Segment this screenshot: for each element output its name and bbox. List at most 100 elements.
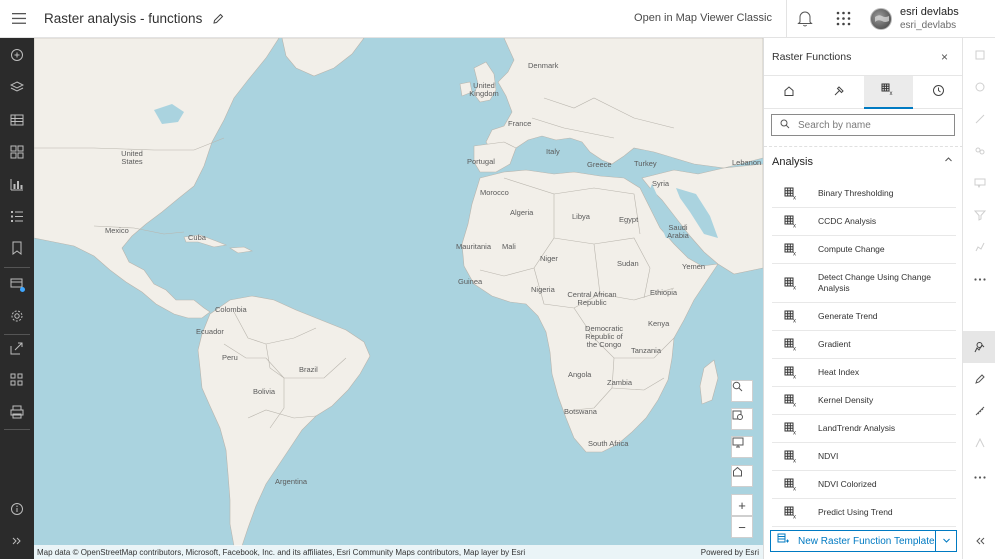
raster-function-icon: x <box>778 394 804 407</box>
bookmarks-icon[interactable] <box>0 232 34 264</box>
effects-icon[interactable] <box>963 103 995 135</box>
search-input[interactable] <box>798 119 938 131</box>
add-icon[interactable] <box>0 39 34 71</box>
table-icon[interactable] <box>0 104 34 136</box>
map-label: Central African Republic <box>567 290 617 307</box>
app-launcher-icon[interactable] <box>836 11 851 31</box>
function-label: Predict Using Trend <box>818 507 893 517</box>
styles-icon[interactable] <box>963 71 995 103</box>
map-label: Sudan <box>617 259 639 268</box>
new-template-button[interactable]: New Raster Function Template <box>770 530 957 552</box>
function-item[interactable]: x Compute Change <box>772 236 956 264</box>
new-template-dropdown[interactable] <box>936 531 956 551</box>
map-label: Tanzania <box>631 346 662 355</box>
expand-icon[interactable] <box>0 525 34 557</box>
map-label: Argentina <box>275 477 308 486</box>
tab-raster-functions[interactable]: x <box>863 76 914 109</box>
zoom-out-button[interactable]: − <box>731 516 753 538</box>
group-title: Analysis <box>772 155 813 168</box>
cluster-icon[interactable] <box>963 135 995 167</box>
new-template-main[interactable]: New Raster Function Template <box>771 531 937 551</box>
properties-icon[interactable] <box>963 39 995 71</box>
map-label: Lebanon <box>732 158 762 167</box>
map-label: Egypt <box>619 215 639 224</box>
charts-icon[interactable] <box>0 168 34 200</box>
settings-icon[interactable] <box>0 300 34 332</box>
map-view[interactable]: Denmark United Kingdom France Portugal I… <box>34 38 763 559</box>
legend-icon[interactable] <box>0 200 34 232</box>
function-item[interactable]: x Detect Change Using Change Analysis <box>772 264 956 303</box>
more-tools-icon[interactable] <box>963 461 995 493</box>
tab-history[interactable] <box>913 76 963 109</box>
map-label: Bolivia <box>253 387 276 396</box>
function-item[interactable]: x Heat Index <box>772 359 956 387</box>
print-icon[interactable] <box>0 396 34 428</box>
powered-by-esri[interactable]: Powered by Esri <box>701 548 759 557</box>
analysis-group-header[interactable]: Analysis <box>764 146 963 176</box>
map-label: Cuba <box>188 233 206 242</box>
zoom-in-button[interactable]: + <box>731 494 753 516</box>
pencil-icon[interactable] <box>212 13 224 25</box>
map-label: Peru <box>222 353 238 362</box>
function-item[interactable]: x Binary Thresholding <box>772 180 956 208</box>
map-label: Morocco <box>480 188 509 197</box>
tab-home[interactable] <box>764 76 814 109</box>
raster-analysis-tool-icon[interactable] <box>963 331 995 363</box>
function-item[interactable]: x LandTrendr Analysis <box>772 415 956 443</box>
map-home-button[interactable] <box>731 465 753 487</box>
raster-analysis-icon[interactable] <box>0 268 34 300</box>
user-handle[interactable]: esri_devlabs <box>900 20 956 31</box>
info-icon[interactable] <box>0 493 34 525</box>
map-display-button[interactable] <box>731 436 753 458</box>
function-item[interactable]: x Gradient <box>772 331 956 359</box>
map-screenshot-button[interactable] <box>731 408 753 430</box>
map-label: Mauritania <box>456 242 492 251</box>
function-item[interactable]: x NDVI <box>772 443 956 471</box>
edit-icon[interactable] <box>963 363 995 395</box>
tab-tools[interactable] <box>814 76 864 109</box>
right-action-bar <box>962 38 995 559</box>
chevron-up-icon[interactable] <box>944 155 953 167</box>
function-item[interactable]: x Kernel Density <box>772 387 956 415</box>
chevron-down-icon <box>942 532 951 550</box>
map-label: Zambia <box>607 378 633 387</box>
function-item[interactable]: x Predict Using Trend <box>772 499 956 527</box>
user-name[interactable]: esri devlabs <box>900 6 959 18</box>
bell-icon[interactable] <box>797 10 813 32</box>
function-label: Generate Trend <box>818 311 878 321</box>
function-item[interactable]: x CCDC Analysis <box>772 208 956 236</box>
map-label: United Kingdom <box>469 81 499 98</box>
svg-text:x: x <box>793 224 796 229</box>
tiles-icon[interactable] <box>0 364 34 396</box>
map-label: Algeria <box>510 208 534 217</box>
toolbar-divider <box>4 429 30 430</box>
measure-icon[interactable] <box>963 395 995 427</box>
collapse-icon[interactable] <box>963 525 995 557</box>
home-icon <box>783 84 795 102</box>
map-search-button[interactable] <box>731 380 753 402</box>
avatar[interactable] <box>870 8 892 30</box>
map-label: Brazil <box>299 365 318 374</box>
more-icon[interactable] <box>963 263 995 295</box>
function-item[interactable]: x Generate Trend <box>772 303 956 331</box>
directions-icon[interactable] <box>963 427 995 459</box>
attribution-text[interactable]: Map data © OpenStreetMap contributors, M… <box>37 548 525 557</box>
map-label: Saudi Arabia <box>667 223 689 240</box>
menu-icon[interactable] <box>0 0 38 38</box>
filter-icon[interactable] <box>963 199 995 231</box>
app-root: Raster analysis - functions Open in Map … <box>0 0 995 559</box>
close-icon[interactable]: × <box>941 50 948 64</box>
share-icon[interactable] <box>0 332 34 364</box>
sketch-icon[interactable] <box>963 231 995 263</box>
tools-icon <box>833 84 845 102</box>
map-label: Italy <box>546 147 560 156</box>
raster-function-icon: x <box>778 215 804 228</box>
popups-icon[interactable] <box>963 167 995 199</box>
page-title: Raster analysis - functions <box>44 11 203 26</box>
function-item[interactable]: x NDVI Colorized <box>772 471 956 499</box>
basemap-icon[interactable] <box>0 136 34 168</box>
layers-icon[interactable] <box>0 71 34 103</box>
search-field[interactable] <box>771 114 955 136</box>
panel-title: Raster Functions <box>772 51 852 63</box>
open-classic-link[interactable]: Open in Map Viewer Classic <box>634 12 772 24</box>
